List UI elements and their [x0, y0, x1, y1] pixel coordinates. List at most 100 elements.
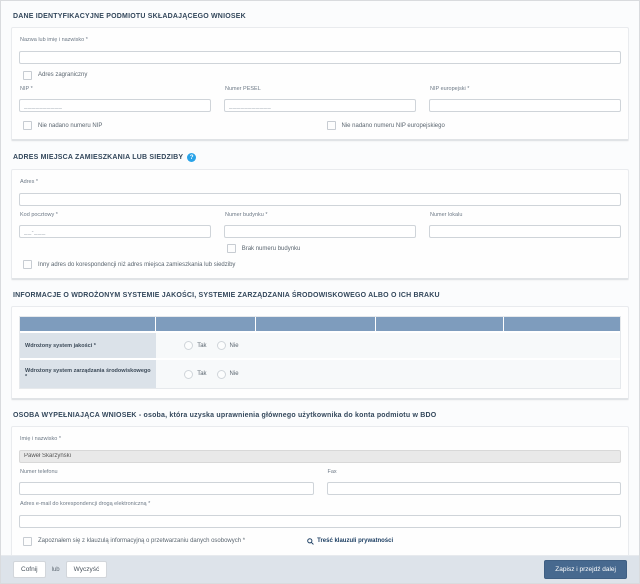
other-address-checkbox[interactable]: Inny adres do korespondencji niż adres m…	[23, 260, 621, 269]
field-phone: Numer telefonu	[19, 469, 314, 496]
field-name: Nazwa lub imię i nazwisko *	[19, 37, 621, 64]
field-email: Adres e-mail do korespondencji drogą ele…	[19, 501, 621, 528]
radio-label: Tak	[197, 343, 206, 349]
no-nip-eu-label: Nie nadano numeru NIP europejskiego	[342, 123, 445, 129]
privacy-link-label: Treść klauzuli prywatności	[317, 538, 393, 544]
radio-label: Tak	[197, 371, 206, 377]
section-title-address: ADRES MIEJSCA ZAMIESZKANIA LUB SIEDZIBY …	[13, 153, 627, 162]
nip-input[interactable]	[19, 99, 211, 112]
row-label: Wdrożony system zarządzania środowiskowe…	[20, 360, 156, 388]
field-pesel: Numer PESEL	[224, 86, 416, 113]
table-header-cell	[20, 317, 156, 331]
radio-icon[interactable]	[217, 370, 226, 379]
no-nip-checkbox[interactable]: Nie nadano numeru NIP	[23, 121, 314, 130]
help-icon[interactable]: ?	[187, 153, 196, 162]
address-card: Adres * Kod pocztowy * Numer budynku * N…	[11, 169, 629, 280]
or-text: lub	[52, 567, 60, 573]
adres-label: Adres *	[20, 179, 621, 185]
field-nip-eu: NIP europejski *	[429, 86, 621, 113]
clear-button[interactable]: Wyczyść	[66, 561, 108, 578]
field-adres: Adres *	[19, 179, 621, 206]
radio-icon[interactable]	[184, 341, 193, 350]
field-postal: Kod pocztowy *	[19, 212, 211, 239]
quality-system-yes-radio[interactable]: Tak	[184, 341, 206, 350]
fax-input[interactable]	[327, 482, 622, 495]
field-nip: NIP *	[19, 86, 211, 113]
table-header-cell	[156, 317, 256, 331]
person-name-label: Imię i nazwisko *	[20, 436, 621, 442]
local-input[interactable]	[429, 225, 621, 238]
field-fax: Fax	[327, 469, 622, 496]
foreign-address-label: Adres zagraniczny	[38, 72, 87, 78]
other-address-label: Inny adres do korespondencji niż adres m…	[38, 262, 235, 268]
postal-label: Kod pocztowy *	[20, 212, 211, 218]
field-building: Numer budynku *	[224, 212, 416, 239]
section-title-text: ADRES MIEJSCA ZAMIESZKANIA LUB SIEDZIBY	[13, 154, 183, 161]
adres-input[interactable]	[19, 193, 621, 206]
postal-input[interactable]	[19, 225, 211, 238]
bdo-registration-form: { "identification": { "title": "DANE IDE…	[0, 0, 640, 584]
checkbox-icon[interactable]	[23, 537, 32, 546]
save-and-continue-button[interactable]: Zapisz i przejdź dalej	[544, 560, 627, 579]
section-title-identification: DANE IDENTYFIKACYJNE PODMIOTU SKŁADAJĄCE…	[13, 13, 627, 20]
nip-eu-input[interactable]	[429, 99, 621, 112]
checkbox-icon[interactable]	[23, 121, 32, 130]
env-system-no-radio[interactable]: Nie	[217, 370, 239, 379]
table-header-row	[20, 317, 620, 331]
privacy-clause-link[interactable]: Treść klauzuli prywatności	[307, 538, 393, 545]
building-label: Numer budynku *	[225, 212, 416, 218]
local-label: Numer lokalu	[430, 212, 621, 218]
quality-card: Wdrożony system jakości * Tak Nie Wdrożo…	[11, 306, 629, 400]
env-system-yes-radio[interactable]: Tak	[184, 370, 206, 379]
table-header-cell	[504, 317, 620, 331]
checkbox-icon[interactable]	[227, 244, 236, 253]
quality-table: Wdrożony system jakości * Tak Nie Wdrożo…	[19, 316, 621, 389]
section-title-text: DANE IDENTYFIKACYJNE PODMIOTU SKŁADAJĄCE…	[13, 13, 246, 20]
section-title-person: OSOBA WYPEŁNIAJĄCA WNIOSEK - osoba, któr…	[13, 412, 627, 419]
row-label: Wdrożony system jakości *	[20, 333, 156, 358]
phone-label: Numer telefonu	[20, 469, 314, 475]
email-input[interactable]	[19, 515, 621, 528]
name-input[interactable]	[19, 51, 621, 64]
table-header-cell	[256, 317, 376, 331]
foreign-address-checkbox[interactable]: Adres zagraniczny	[23, 71, 621, 80]
building-input[interactable]	[224, 225, 416, 238]
field-person-name: Imię i nazwisko *	[19, 436, 621, 463]
table-row-quality-system: Wdrożony system jakości * Tak Nie	[20, 331, 620, 358]
email-label: Adres e-mail do korespondencji drogą ele…	[20, 501, 621, 507]
quality-system-no-radio[interactable]: Nie	[217, 341, 239, 350]
nip-label: NIP *	[20, 86, 211, 92]
checkbox-icon[interactable]	[23, 260, 32, 269]
table-row-env-system: Wdrożony system zarządzania środowiskowe…	[20, 358, 620, 388]
section-title-text: INFORMACJE O WDROŻONYM SYSTEMIE JAKOŚCI,…	[13, 292, 440, 299]
no-building-checkbox[interactable]: Brak numeru budynku	[227, 244, 621, 253]
field-local: Numer lokalu	[429, 212, 621, 239]
person-name-input	[19, 450, 621, 463]
identification-card: Nazwa lub imię i nazwisko * Adres zagran…	[11, 27, 629, 141]
checkbox-icon[interactable]	[23, 71, 32, 80]
section-title-quality: INFORMACJE O WDROŻONYM SYSTEMIE JAKOŚCI,…	[13, 292, 627, 299]
footer-action-bar: Cofnij lub Wyczyść Zapisz i przejdź dale…	[1, 555, 639, 583]
phone-input[interactable]	[19, 482, 314, 495]
radio-label: Nie	[230, 343, 239, 349]
radio-label: Nie	[230, 371, 239, 377]
privacy-checkbox-label: Zapoznałem się z klauzulą informacyjną o…	[38, 538, 245, 544]
magnifier-icon	[307, 538, 314, 545]
privacy-checkbox[interactable]: Zapoznałem się z klauzulą informacyjną o…	[23, 537, 245, 546]
pesel-label: Numer PESEL	[225, 86, 416, 92]
section-title-text: OSOBA WYPEŁNIAJĄCA WNIOSEK - osoba, któr…	[13, 412, 436, 419]
no-building-label: Brak numeru budynku	[242, 246, 301, 252]
no-nip-label: Nie nadano numeru NIP	[38, 123, 102, 129]
checkbox-icon[interactable]	[327, 121, 336, 130]
back-button[interactable]: Cofnij	[13, 561, 46, 578]
name-label: Nazwa lub imię i nazwisko *	[20, 37, 621, 43]
pesel-input[interactable]	[224, 99, 416, 112]
form-page: DANE IDENTYFIKACYJNE PODMIOTU SKŁADAJĄCE…	[1, 1, 639, 555]
nip-eu-label: NIP europejski *	[430, 86, 621, 92]
no-nip-eu-checkbox[interactable]: Nie nadano numeru NIP europejskiego	[327, 121, 622, 130]
radio-icon[interactable]	[184, 370, 193, 379]
fax-label: Fax	[328, 469, 622, 475]
radio-icon[interactable]	[217, 341, 226, 350]
person-card: Imię i nazwisko * Numer telefonu Fax Adr…	[11, 426, 629, 555]
table-header-cell	[376, 317, 503, 331]
